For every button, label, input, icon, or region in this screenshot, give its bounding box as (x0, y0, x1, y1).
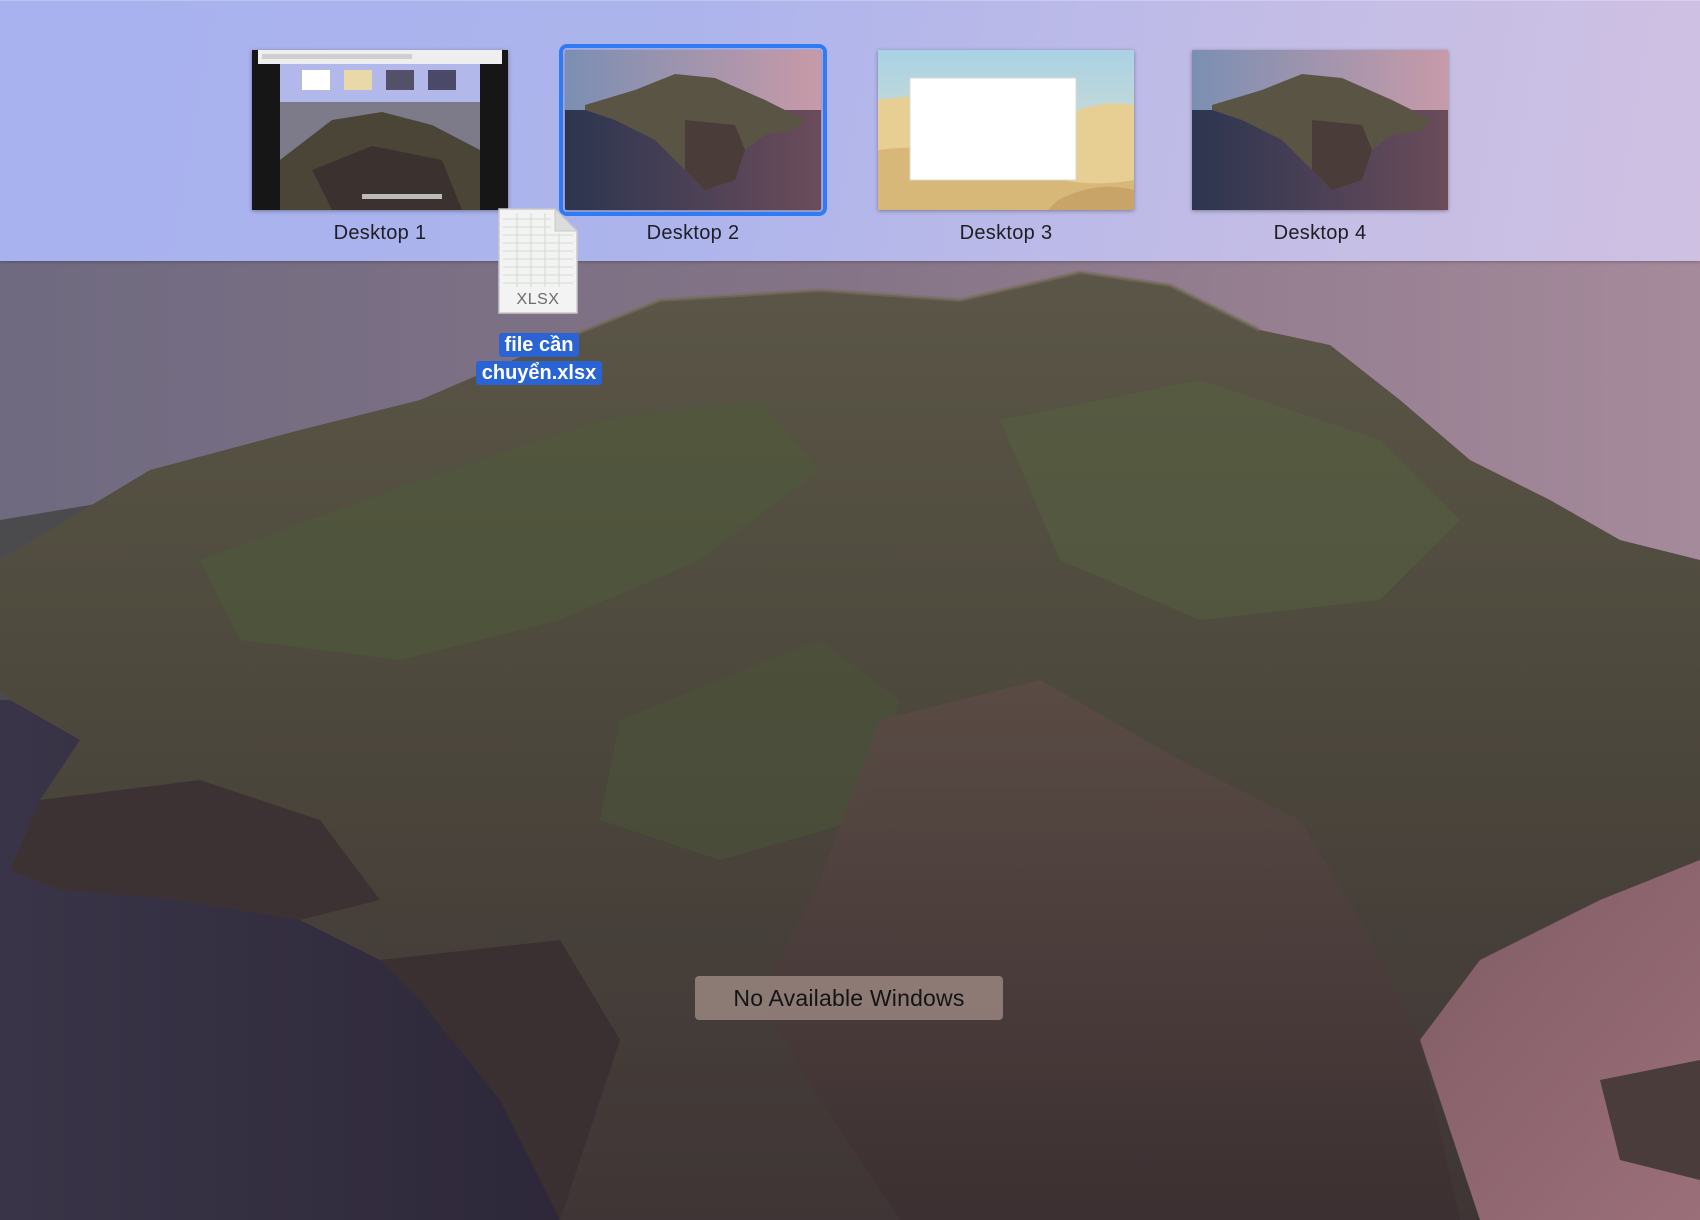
desktop-3-thumbnail[interactable] (878, 50, 1134, 210)
mission-control-screen: Desktop 1 Desktop 2 Desktop 3 Desktop 4 … (0, 0, 1700, 1220)
desktop-2-thumbnail[interactable] (559, 44, 827, 216)
space-desktop-4[interactable]: Desktop 4 (1192, 0, 1452, 261)
no-available-windows-message: No Available Windows (695, 976, 1003, 1020)
file-name-line-2: chuyển.xlsx (475, 361, 603, 385)
dragged-file[interactable]: XLSX file cần chuyển.xlsx (466, 207, 612, 392)
desktop-4-thumbnail[interactable] (1192, 50, 1448, 210)
file-name-label[interactable]: file cần chuyển.xlsx (466, 331, 612, 387)
file-extension-label: XLSX (516, 291, 560, 308)
desktop-3-label: Desktop 3 (959, 222, 1053, 244)
spaces-bar: Desktop 1 Desktop 2 Desktop 3 Desktop 4 (0, 0, 1700, 261)
desktop-4-label: Desktop 4 (1273, 222, 1367, 244)
file-name-line-1: file cần (498, 333, 580, 357)
space-desktop-3[interactable]: Desktop 3 (878, 0, 1138, 261)
desktop-1-thumbnail[interactable] (252, 50, 508, 210)
